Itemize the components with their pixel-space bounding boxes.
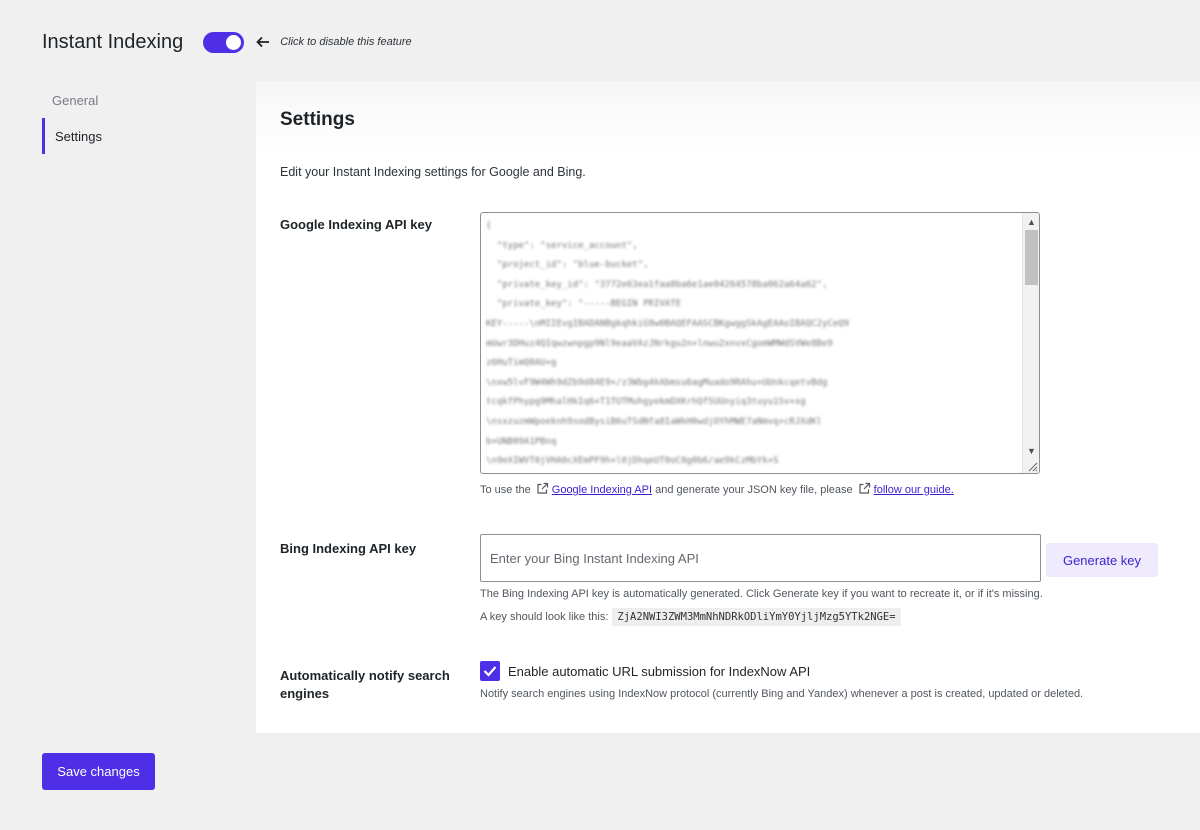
app-title: Instant Indexing: [42, 30, 184, 53]
save-changes-button[interactable]: Save changes: [42, 753, 155, 790]
checkmark-icon: [483, 666, 497, 677]
bing-api-help: The Bing Indexing API key is automatical…: [480, 588, 1043, 600]
indexnow-checkbox-label[interactable]: Enable automatic URL submission for Inde…: [508, 664, 810, 679]
scroll-up-icon[interactable]: ▲: [1023, 213, 1039, 230]
google-api-help: To use the Google Indexing API and genera…: [480, 482, 954, 496]
external-link-icon: [859, 482, 870, 494]
page-title: Settings: [280, 109, 355, 130]
sidebar-item-general[interactable]: General: [42, 82, 256, 118]
indexnow-help: Notify search engines using IndexNow pro…: [480, 688, 1084, 700]
toggle-hint: Click to disable this feature: [280, 36, 412, 48]
bing-api-key-input[interactable]: [480, 534, 1041, 582]
scroll-down-icon[interactable]: ▼: [1023, 442, 1039, 459]
scroll-thumb[interactable]: [1025, 230, 1038, 285]
arrow-left-icon: [256, 36, 270, 48]
google-indexing-api-link[interactable]: Google Indexing API: [552, 484, 652, 496]
google-api-key-textarea[interactable]: { "type": "service_account", "project_id…: [480, 212, 1040, 474]
page-header: Instant Indexing Click to disable this f…: [42, 28, 412, 56]
bing-api-key-label: Bing Indexing API key: [280, 541, 417, 556]
google-api-key-label: Google Indexing API key: [280, 217, 432, 232]
notify-search-engines-label: Automatically notify search engines: [280, 668, 450, 701]
feature-toggle[interactable]: [203, 31, 245, 53]
toggle-knob: [226, 34, 242, 50]
panel-header: Settings: [256, 81, 1200, 153]
example-key-code: ZjA2NWI3ZWM3MmNhNDRkODliYmY0YjljMzg5YTk2…: [612, 608, 901, 626]
generate-key-button[interactable]: Generate key: [1046, 543, 1158, 577]
external-link-icon: [537, 482, 548, 494]
indexnow-checkbox[interactable]: [480, 661, 500, 681]
sidebar-item-label: Settings: [55, 128, 102, 144]
bing-key-example: A key should look like this: ZjA2NWI3ZWM3…: [480, 608, 901, 626]
page-description: Edit your Instant Indexing settings for …: [280, 165, 586, 179]
follow-guide-link[interactable]: follow our guide.: [874, 484, 954, 496]
sidebar-item-settings[interactable]: Settings: [42, 118, 256, 154]
sidebar: General Settings: [42, 82, 256, 154]
textarea-scrollbar[interactable]: ▲ ▼: [1022, 213, 1039, 473]
settings-panel: Settings Edit your Instant Indexing sett…: [256, 81, 1200, 733]
redacted-json-content: { "type": "service_account", "project_id…: [486, 221, 850, 467]
resize-handle-icon[interactable]: [1026, 460, 1038, 472]
sidebar-item-label: General: [52, 92, 99, 108]
